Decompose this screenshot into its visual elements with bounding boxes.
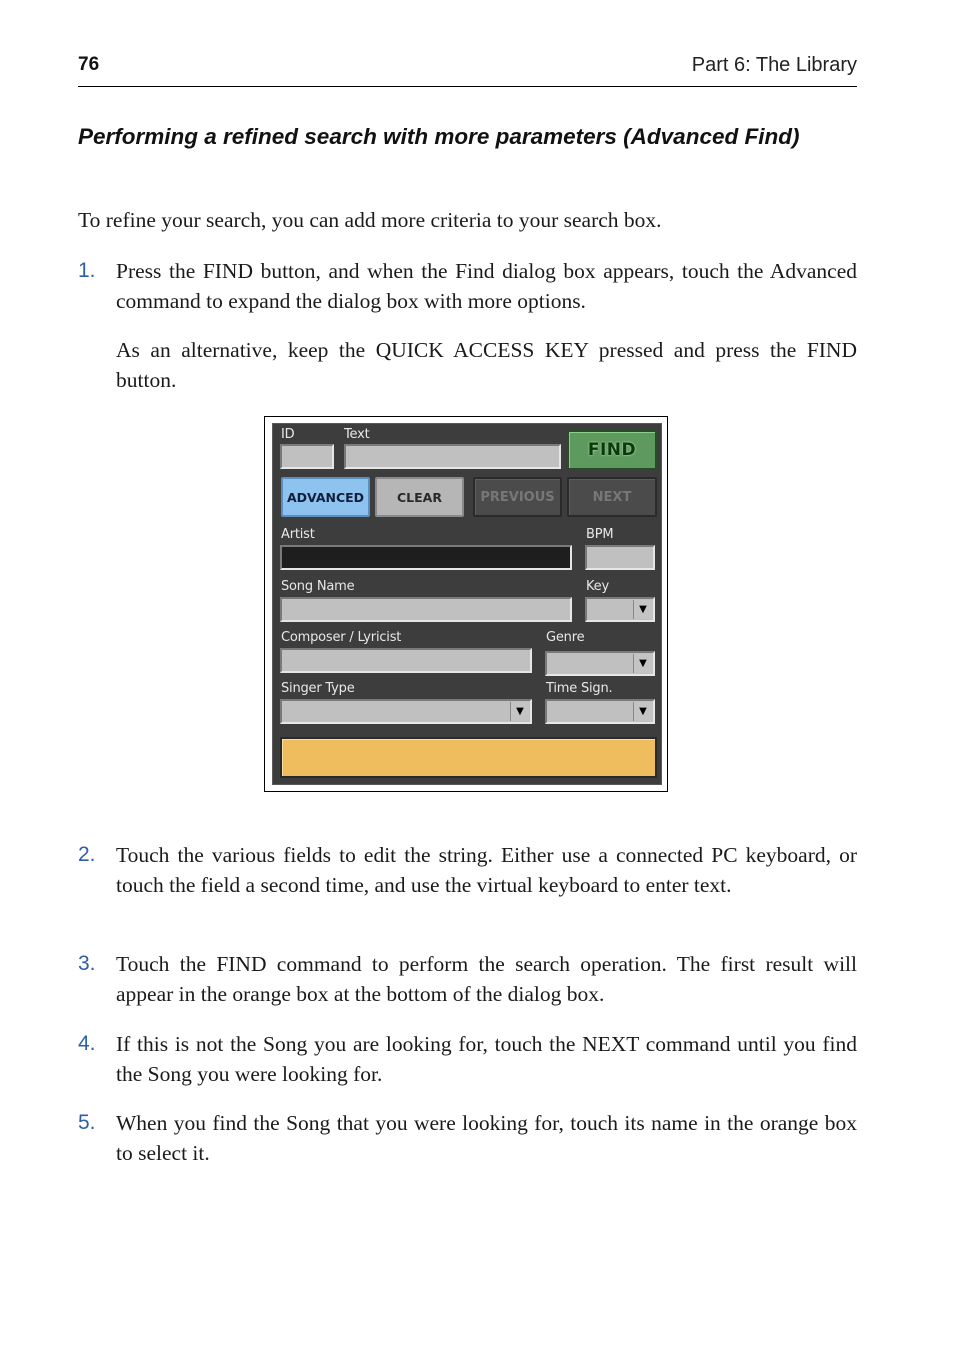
result-box[interactable] [280, 737, 657, 778]
key-dropdown[interactable]: ▼ [585, 597, 655, 622]
running-head: Part 6: The Library [691, 54, 857, 76]
chevron-down-icon[interactable]: ▼ [633, 702, 652, 721]
step-number: 1. [78, 259, 96, 282]
chevron-down-icon[interactable]: ▼ [633, 654, 652, 673]
step-number: 4. [78, 1032, 96, 1055]
text-label: Text [344, 427, 370, 442]
genre-dropdown[interactable]: ▼ [545, 651, 655, 676]
time-sign-dropdown[interactable]: ▼ [545, 699, 655, 724]
song-name-label: Song Name [281, 579, 355, 594]
clear-button[interactable]: CLEAR [375, 477, 464, 517]
artist-input[interactable] [280, 545, 572, 570]
advanced-find-dialog: ID Text FIND ADVANCED CLEAR PREVIOUS NEX… [272, 423, 662, 785]
step-text: Press the FIND button, and when the Find… [116, 259, 857, 313]
step-text: If this is not the Song you are looking … [116, 1032, 857, 1086]
step-note: As an alternative, keep the QUICK ACCESS… [116, 338, 857, 392]
chevron-down-icon[interactable]: ▼ [510, 702, 529, 721]
text-input[interactable] [344, 444, 561, 469]
key-label: Key [586, 579, 609, 594]
song-name-input[interactable] [280, 597, 572, 622]
previous-button[interactable]: PREVIOUS [473, 477, 562, 517]
chevron-down-icon[interactable]: ▼ [633, 600, 652, 619]
section-title: Performing a refined search with more pa… [78, 124, 800, 149]
find-button[interactable]: FIND [567, 430, 657, 470]
step-text: Touch the various fields to edit the str… [116, 843, 857, 897]
step-number: 2. [78, 843, 96, 866]
singer-type-label: Singer Type [281, 681, 355, 696]
step-text: When you find the Song that you were loo… [116, 1111, 857, 1165]
step-text: Touch the FIND command to perform the se… [116, 952, 857, 1006]
page-number: 76 [78, 54, 100, 75]
singer-type-dropdown[interactable]: ▼ [280, 699, 532, 724]
composer-label: Composer / Lyricist [281, 630, 402, 645]
composer-input[interactable] [280, 648, 532, 673]
id-input[interactable] [280, 444, 334, 469]
bpm-input[interactable] [585, 545, 655, 570]
page-header: 76 Part 6: The Library [78, 52, 857, 87]
intro-paragraph: To refine your search, you can add more … [78, 208, 662, 232]
bpm-label: BPM [586, 527, 614, 542]
id-label: ID [281, 427, 295, 442]
next-button[interactable]: NEXT [567, 477, 657, 517]
step-number: 5. [78, 1111, 96, 1134]
artist-label: Artist [281, 527, 315, 542]
genre-label: Genre [546, 630, 585, 645]
step-number: 3. [78, 952, 96, 975]
advanced-button[interactable]: ADVANCED [281, 477, 370, 517]
time-sign-label: Time Sign. [546, 681, 613, 696]
